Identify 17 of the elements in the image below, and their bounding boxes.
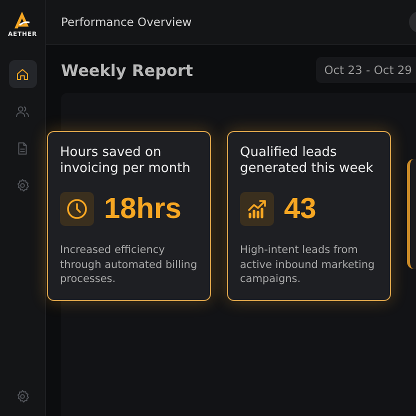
card-title: Qualified leads generated this week [240, 145, 374, 177]
settings-icon [15, 388, 30, 404]
rising-chart-icon [245, 197, 269, 221]
stat-value: 43 [284, 192, 316, 226]
report-title: Weekly Report [61, 60, 194, 80]
date-range-button[interactable]: Oct 23 - Oct 29 [316, 57, 416, 83]
settings-icon [15, 178, 30, 192]
stat-value: 18hrs [104, 192, 182, 226]
page-title: Performance Overview [61, 15, 192, 29]
card-description: High-intent leads from active inbound marketing campaigns. [240, 243, 376, 286]
clock-icon [65, 197, 89, 221]
card-title: Hours saved on invoicing per month [60, 145, 192, 177]
home-icon [15, 66, 30, 82]
nav-item[interactable] [8, 60, 36, 88]
card-description: Increased efficiency through automated billing processes. [60, 243, 198, 286]
logo-icon [12, 10, 32, 30]
users-icon [15, 104, 30, 118]
